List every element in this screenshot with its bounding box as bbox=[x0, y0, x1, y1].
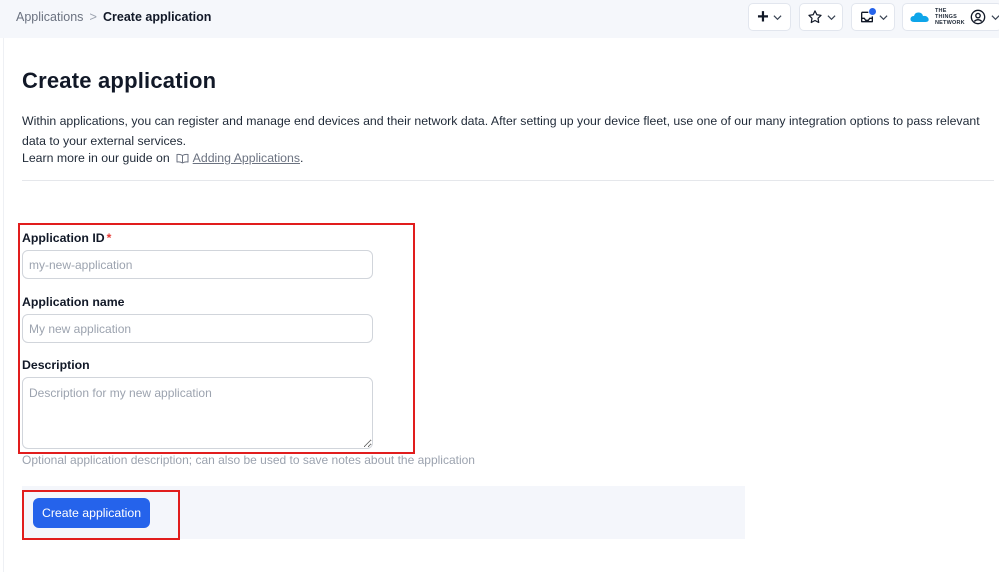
breadcrumb-applications[interactable]: Applications bbox=[16, 10, 83, 24]
app-id-input[interactable] bbox=[22, 250, 373, 279]
content-border bbox=[3, 38, 4, 572]
guide-suffix: . bbox=[300, 151, 304, 165]
star-icon bbox=[807, 10, 822, 24]
notification-dot bbox=[868, 8, 876, 15]
chevron-down-icon bbox=[826, 14, 836, 20]
breadcrumb: Applications > Create application bbox=[16, 9, 211, 24]
plus-icon: + bbox=[757, 6, 769, 28]
guide-prefix: Learn more in our guide on bbox=[22, 151, 170, 165]
page-intro: Within applications, you can register an… bbox=[22, 114, 980, 148]
bookmarks-menu-button[interactable] bbox=[799, 3, 843, 31]
breadcrumb-current: Create application bbox=[103, 9, 212, 24]
breadcrumb-separator: > bbox=[89, 9, 97, 24]
notifications-menu-button[interactable] bbox=[851, 3, 895, 31]
description-hint: Optional application description; can al… bbox=[22, 453, 475, 467]
chevron-down-icon bbox=[991, 14, 999, 20]
book-icon bbox=[176, 153, 189, 163]
page-title: Create application bbox=[22, 68, 217, 93]
required-mark: * bbox=[106, 231, 112, 245]
adding-applications-link[interactable]: Adding Applications bbox=[193, 151, 300, 165]
app-name-input[interactable] bbox=[22, 314, 373, 343]
app-name-label: Application name bbox=[22, 295, 125, 309]
app-id-label-text: Application ID bbox=[22, 231, 105, 245]
chevron-down-icon bbox=[878, 14, 888, 20]
description-textarea[interactable] bbox=[22, 377, 373, 449]
top-bar: Applications > Create application + THE … bbox=[0, 0, 999, 38]
user-circle-icon bbox=[970, 9, 986, 25]
add-menu-button[interactable]: + bbox=[748, 3, 791, 31]
guide-line: Learn more in our guide on Adding Applic… bbox=[22, 151, 303, 165]
inbox-notification-icon bbox=[859, 8, 876, 25]
app-id-label: Application ID * bbox=[22, 231, 111, 245]
ttn-cloud-logo bbox=[910, 12, 929, 22]
divider bbox=[22, 180, 994, 181]
brand-logo-text: THE THINGS NETWORK bbox=[935, 8, 965, 26]
create-application-button[interactable]: Create application bbox=[33, 498, 150, 528]
chevron-down-icon bbox=[773, 14, 782, 20]
account-menu-button[interactable]: THE THINGS NETWORK bbox=[902, 3, 999, 31]
description-label: Description bbox=[22, 358, 90, 372]
